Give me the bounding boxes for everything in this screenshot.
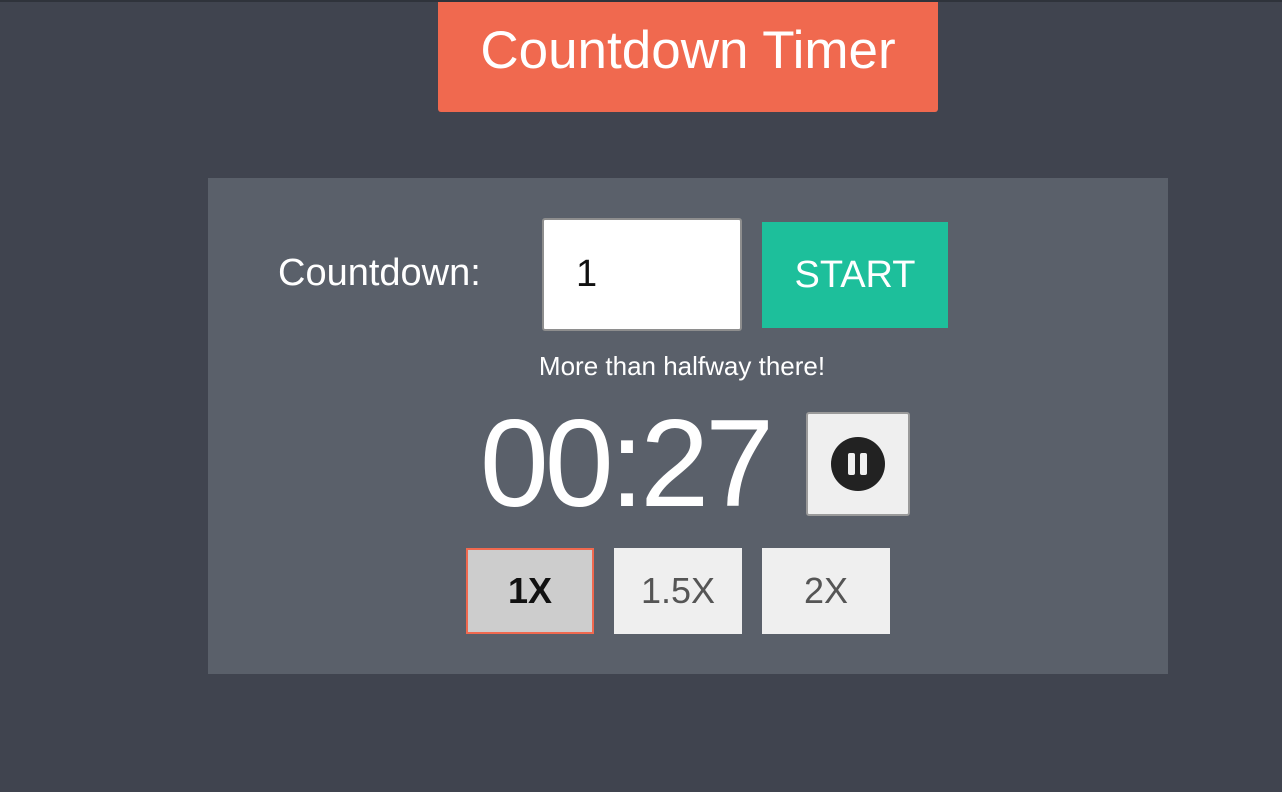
time-display: 00:27	[479, 395, 774, 533]
speed-1x-button[interactable]: 1X	[466, 548, 594, 634]
status-message: More than halfway there!	[538, 351, 826, 381]
pause-icon	[831, 437, 885, 491]
page-title: Countdown Timer	[438, 2, 938, 112]
speed-2x-button[interactable]: 2X	[762, 548, 890, 634]
timer-panel: Countdown: START More than halfway there…	[208, 178, 1168, 674]
speed-1-5x-button[interactable]: 1.5X	[614, 548, 742, 634]
countdown-label: Countdown:	[278, 252, 481, 294]
start-button[interactable]: START	[762, 222, 948, 328]
pause-button[interactable]	[806, 412, 910, 516]
countdown-minutes-input[interactable]	[542, 218, 742, 331]
